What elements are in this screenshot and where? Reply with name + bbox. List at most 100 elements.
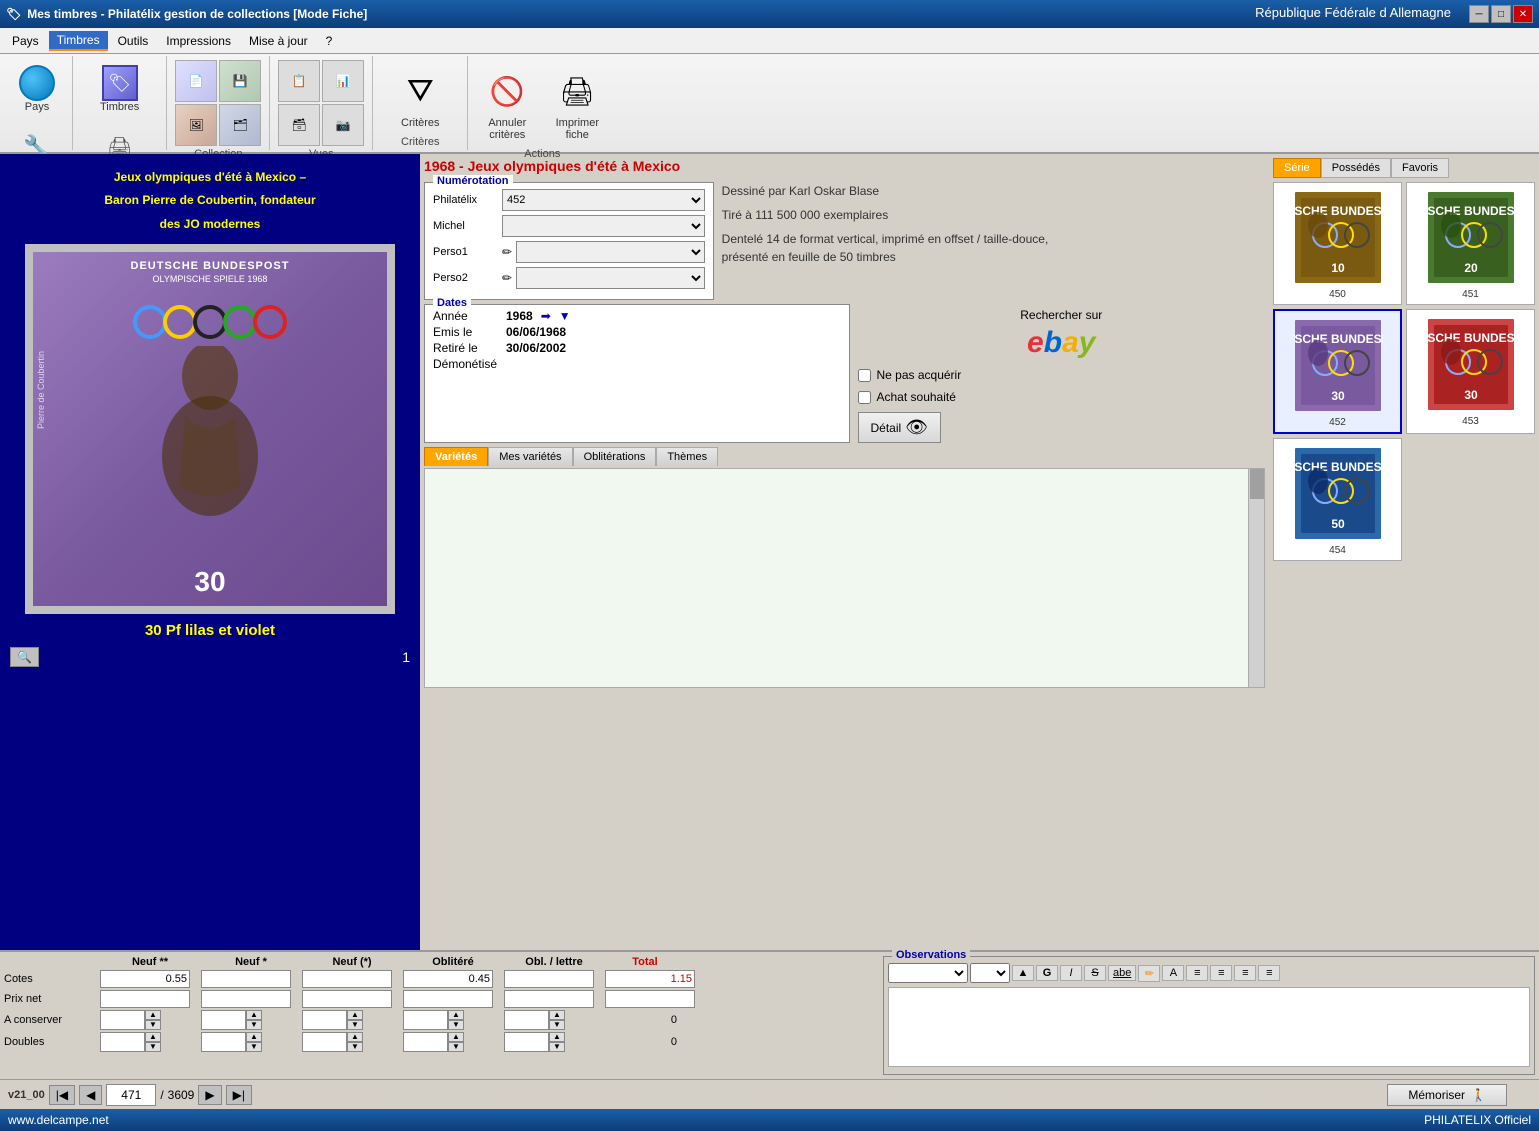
- menu-mise-a-jour[interactable]: Mise à jour: [241, 32, 316, 50]
- obs-align-left-btn[interactable]: ≡: [1186, 965, 1208, 981]
- stepper-up-1[interactable]: ▲: [145, 1010, 161, 1020]
- perso2-select[interactable]: [516, 267, 705, 289]
- coll-btn-1[interactable]: 📄: [175, 60, 217, 102]
- philatelix-select[interactable]: 452: [502, 189, 705, 211]
- achat-souhaite-checkbox[interactable]: [858, 391, 871, 404]
- doubles-stepper-up-5[interactable]: ▲: [549, 1032, 565, 1042]
- doubles-stepper-dn-1[interactable]: ▼: [145, 1042, 161, 1052]
- coll-btn-4[interactable]: 🗂: [219, 104, 261, 146]
- annee-dropdown[interactable]: ▼: [559, 309, 571, 323]
- obs-color-btn[interactable]: ✏: [1138, 965, 1160, 982]
- doubles-stepper-dn-5[interactable]: ▼: [549, 1042, 565, 1052]
- maximize-button[interactable]: □: [1491, 5, 1511, 23]
- gallery-item-453[interactable]: DEUTSCHE BUNDESPOST 30 453: [1406, 309, 1535, 434]
- nav-first-button[interactable]: |◀: [49, 1085, 75, 1105]
- vues-btn-3[interactable]: 🗃: [278, 104, 320, 146]
- doubles-stepper-up-2[interactable]: ▲: [246, 1032, 262, 1042]
- doubles-neuf2-input[interactable]: [100, 1032, 145, 1052]
- toolbar-annuler-button[interactable]: 🚫 Annulercritères: [476, 60, 538, 146]
- stepper-dn-4[interactable]: ▼: [448, 1020, 464, 1030]
- close-button[interactable]: ✕: [1513, 5, 1533, 23]
- gallery-item-451[interactable]: DEUTSCHE BUNDESPOST 20 451: [1406, 182, 1535, 305]
- obs-italic-btn[interactable]: I: [1060, 965, 1082, 981]
- prix-obl-input[interactable]: [403, 990, 493, 1008]
- detail-button[interactable]: Détail 👁: [858, 412, 942, 443]
- obs-strikethrough-btn[interactable]: S: [1084, 965, 1106, 981]
- a-conserver-obl-input[interactable]: [403, 1010, 448, 1030]
- perso1-select[interactable]: [516, 241, 705, 263]
- a-conserver-neuf1-input[interactable]: [201, 1010, 246, 1030]
- tab-varietes[interactable]: Variétés: [424, 447, 488, 466]
- perso1-edit-icon[interactable]: ✏: [502, 245, 512, 259]
- tab-obliterations[interactable]: Oblitérations: [573, 447, 657, 466]
- doubles-neuf0-input[interactable]: [302, 1032, 347, 1052]
- perso2-edit-icon[interactable]: ✏: [502, 271, 512, 285]
- nav-last-button[interactable]: ▶|: [226, 1085, 252, 1105]
- vues-btn-4[interactable]: 📷: [322, 104, 364, 146]
- minimize-button[interactable]: ─: [1469, 5, 1489, 23]
- obs-align-right-btn[interactable]: ≡: [1234, 965, 1256, 981]
- doubles-stepper-up-1[interactable]: ▲: [145, 1032, 161, 1042]
- doubles-stepper-dn-2[interactable]: ▼: [246, 1042, 262, 1052]
- cotes-total-input[interactable]: [605, 970, 695, 988]
- prix-neuf2-input[interactable]: [100, 990, 190, 1008]
- cotes-neuf2-input[interactable]: [100, 970, 190, 988]
- gallery-tab-possedes[interactable]: Possédés: [1321, 158, 1391, 178]
- stepper-up-4[interactable]: ▲: [448, 1010, 464, 1020]
- observations-textarea[interactable]: [888, 987, 1530, 1067]
- tab-mes-varietes[interactable]: Mes variétés: [488, 447, 572, 466]
- obs-justify-btn[interactable]: ≡: [1258, 965, 1280, 981]
- obs-font-color-btn[interactable]: A: [1162, 965, 1184, 981]
- nav-next-button[interactable]: ▶: [198, 1085, 221, 1105]
- obs-align-center-btn[interactable]: ≡: [1210, 965, 1232, 981]
- stepper-up-2[interactable]: ▲: [246, 1010, 262, 1020]
- search-button[interactable]: 🔍: [10, 647, 39, 667]
- a-conserver-neuf0-input[interactable]: [302, 1010, 347, 1030]
- toolbar-timbres-button[interactable]: 🏷 Timbres: [93, 60, 146, 118]
- gallery-item-452[interactable]: DEUTSCHE BUNDESPOST 30 452: [1273, 309, 1402, 434]
- gallery-tab-serie[interactable]: Série: [1273, 158, 1321, 178]
- stepper-up-3[interactable]: ▲: [347, 1010, 363, 1020]
- gallery-item-450[interactable]: DEUTSCHE BUNDESPOST 10 450: [1273, 182, 1402, 305]
- toolbar-criteres-button[interactable]: ⛛ Critères: [389, 60, 451, 134]
- tab-themes[interactable]: Thèmes: [656, 447, 718, 466]
- obs-up-btn[interactable]: ▲: [1012, 965, 1034, 981]
- cotes-neuf0-input[interactable]: [302, 970, 392, 988]
- toolbar-pays-button[interactable]: Pays: [12, 60, 62, 118]
- menu-pays[interactable]: Pays: [4, 32, 47, 50]
- doubles-obl-lettre-input[interactable]: [504, 1032, 549, 1052]
- cotes-obl-input[interactable]: [403, 970, 493, 988]
- menu-impressions[interactable]: Impressions: [158, 32, 239, 50]
- vues-btn-1[interactable]: 📋: [278, 60, 320, 102]
- menu-help[interactable]: ?: [318, 32, 341, 50]
- toolbar-imprimer-button[interactable]: 🖨 Imprimerfiche: [546, 60, 608, 146]
- a-conserver-obl-lettre-input[interactable]: [504, 1010, 549, 1030]
- doubles-stepper-up-4[interactable]: ▲: [448, 1032, 464, 1042]
- obs-font-select[interactable]: [888, 963, 968, 983]
- memoriser-button[interactable]: Mémoriser 🚶: [1387, 1084, 1507, 1106]
- doubles-stepper-up-3[interactable]: ▲: [347, 1032, 363, 1042]
- a-conserver-neuf2-input[interactable]: [100, 1010, 145, 1030]
- obs-underline-btn[interactable]: abe: [1108, 965, 1136, 981]
- michel-select[interactable]: [502, 215, 705, 237]
- doubles-stepper-dn-3[interactable]: ▼: [347, 1042, 363, 1052]
- scrollbar-thumb[interactable]: [1250, 469, 1264, 499]
- prix-neuf0-input[interactable]: [302, 990, 392, 1008]
- doubles-obl-input[interactable]: [403, 1032, 448, 1052]
- nav-prev-button[interactable]: ◀: [79, 1085, 102, 1105]
- prix-total-input[interactable]: [605, 990, 695, 1008]
- coll-btn-3[interactable]: 🖼: [175, 104, 217, 146]
- menu-outils[interactable]: Outils: [110, 32, 157, 50]
- doubles-neuf1-input[interactable]: [201, 1032, 246, 1052]
- obs-bold-btn[interactable]: G: [1036, 965, 1058, 981]
- doubles-stepper-dn-4[interactable]: ▼: [448, 1042, 464, 1052]
- stepper-dn-3[interactable]: ▼: [347, 1020, 363, 1030]
- ebay-logo[interactable]: ebay: [862, 326, 1262, 360]
- vues-btn-2[interactable]: 📊: [322, 60, 364, 102]
- nav-current-input[interactable]: [106, 1084, 156, 1106]
- menu-timbres[interactable]: Timbres: [49, 31, 108, 51]
- annee-arrow[interactable]: ➡: [541, 309, 551, 323]
- coll-btn-2[interactable]: 💾: [219, 60, 261, 102]
- scrollbar[interactable]: [1248, 469, 1264, 687]
- prix-obl-lettre-input[interactable]: [504, 990, 594, 1008]
